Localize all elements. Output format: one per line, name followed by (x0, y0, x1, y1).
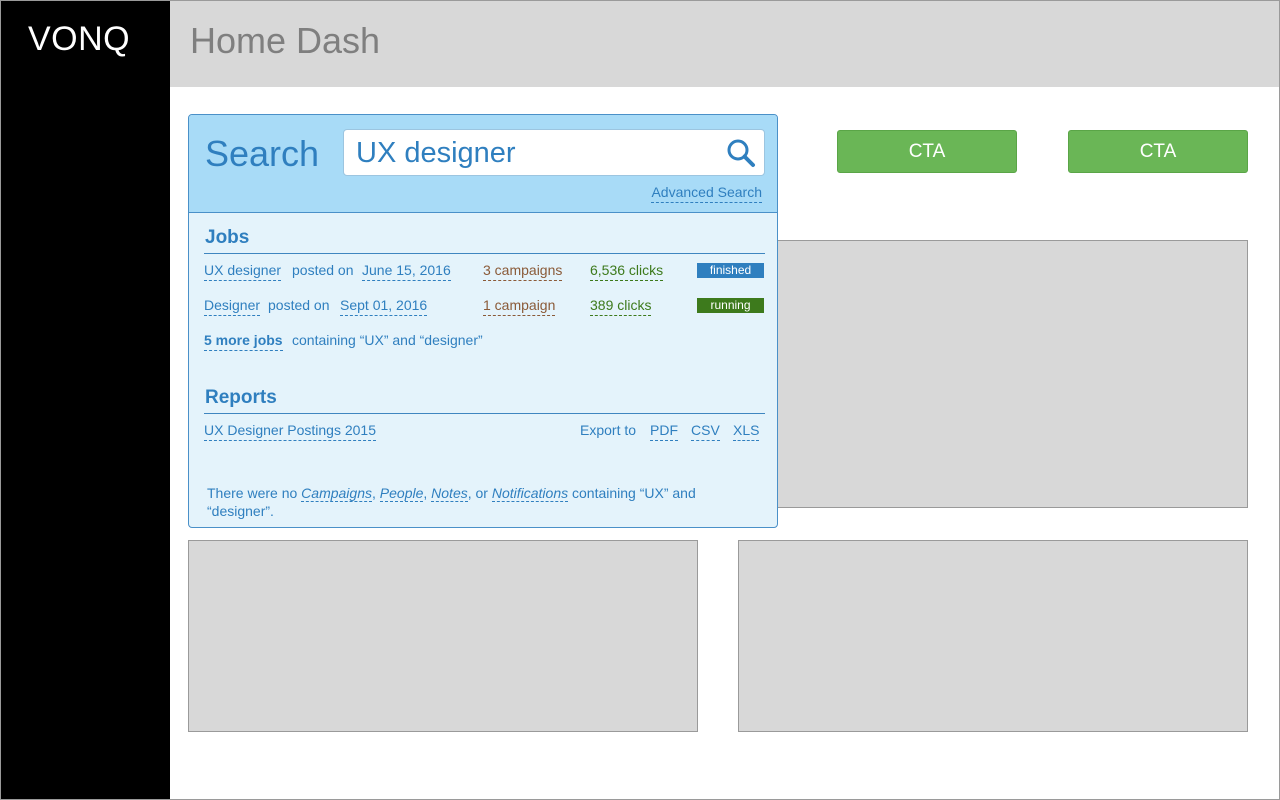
no-results-notes-link[interactable]: Notes (431, 485, 468, 502)
jobs-divider (204, 253, 765, 254)
job-clicks-link[interactable]: 6,536 clicks (590, 262, 664, 281)
export-xls-link[interactable]: XLS (733, 422, 760, 441)
content-placeholder-bottom-left (188, 540, 698, 732)
no-results-suffix: containing “UX” and (572, 485, 696, 501)
search-panel: Search UX designer Advanced Search Jobs … (188, 114, 778, 528)
status-badge: running (697, 298, 764, 313)
more-jobs-link[interactable]: 5 more jobs (204, 332, 283, 351)
search-input[interactable]: UX designer (343, 129, 765, 176)
no-results-prefix: There were no (207, 485, 298, 501)
no-results-notifications-link[interactable]: Notifications (491, 485, 569, 502)
no-results-suffix-end: “designer”. (207, 503, 274, 519)
job-posted-label: posted on (292, 262, 354, 278)
job-campaigns-link[interactable]: 1 campaign (483, 297, 556, 316)
header: Home Dash (170, 0, 1280, 87)
reports-section-title: Reports (205, 387, 277, 408)
more-jobs-text: containing “UX” and “designer” (292, 332, 483, 348)
export-label: Export to (580, 422, 637, 438)
report-link[interactable]: UX Designer Postings 2015 (204, 422, 376, 441)
sidebar: VONQ (0, 0, 170, 800)
no-results-note: There were no Campaigns, People, Notes, … (207, 484, 767, 520)
job-posted-label: posted on (268, 297, 330, 313)
job-clicks-link[interactable]: 389 clicks (590, 297, 652, 316)
advanced-search-link[interactable]: Advanced Search (651, 184, 762, 203)
no-results-separator: , (423, 485, 428, 501)
export-csv-link[interactable]: CSV (691, 422, 720, 441)
search-query[interactable]: UX designer (356, 137, 516, 170)
jobs-section-title: Jobs (205, 227, 250, 248)
cta-button-2[interactable]: CTA (1068, 130, 1248, 173)
job-campaigns-link[interactable]: 3 campaigns (483, 262, 563, 281)
cta-button-1[interactable]: CTA (837, 130, 1017, 173)
reports-divider (204, 413, 765, 414)
content-placeholder-right (776, 240, 1248, 508)
export-pdf-link[interactable]: PDF (650, 422, 678, 441)
status-badge: finished (697, 263, 764, 278)
logo[interactable]: VONQ (28, 20, 130, 59)
job-title-link[interactable]: Designer (204, 297, 261, 316)
search-label: Search (205, 133, 320, 174)
search-icon[interactable] (726, 138, 756, 168)
no-results-separator: , or (467, 485, 488, 501)
no-results-separator: , (372, 485, 376, 501)
no-results-campaigns-link[interactable]: Campaigns (301, 485, 372, 502)
job-title-link[interactable]: UX designer (204, 262, 282, 281)
no-results-people-link[interactable]: People (379, 485, 424, 502)
search-header: Search UX designer Advanced Search (189, 115, 777, 213)
job-date-link[interactable]: June 15, 2016 (362, 262, 451, 281)
content-placeholder-bottom-right (738, 540, 1248, 732)
page-title: Home Dash (190, 20, 381, 61)
job-date-link[interactable]: Sept 01, 2016 (340, 297, 428, 316)
